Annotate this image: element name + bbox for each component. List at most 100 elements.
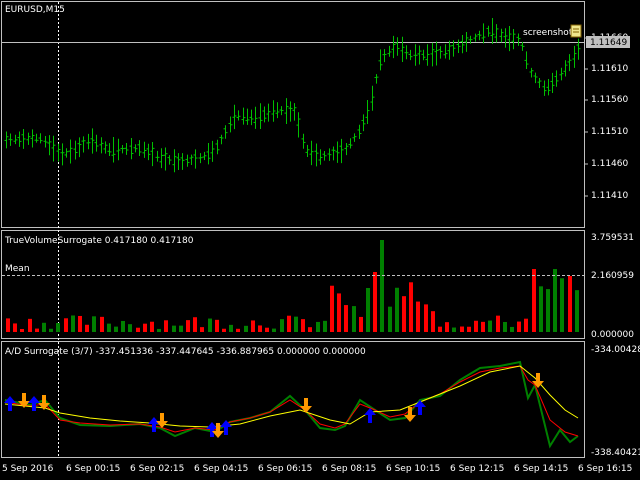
volume-bar	[467, 326, 471, 332]
volume-bar	[222, 328, 226, 332]
volume-bar	[85, 324, 89, 332]
volume-bar	[6, 318, 10, 332]
volume-bar	[546, 289, 550, 332]
mean-label: Mean	[5, 264, 30, 274]
time-label-7: 6 Sep 10:15	[386, 464, 440, 474]
volume-bar	[35, 328, 39, 332]
price-label-5: 1.11460	[591, 159, 628, 169]
volume-bar	[128, 324, 132, 332]
volume-bar	[121, 320, 125, 332]
volume-bar	[208, 318, 212, 332]
volume-bar	[553, 269, 557, 332]
volume-bar	[301, 319, 305, 332]
volume-bar	[308, 327, 312, 332]
document-icon	[570, 24, 582, 38]
volume-bar	[186, 320, 190, 332]
volume-bar	[49, 328, 53, 332]
volume-bar	[460, 326, 464, 332]
volume-bar	[20, 328, 24, 332]
volume-bar	[294, 316, 298, 332]
ad-lines	[4, 360, 579, 449]
volume-bar	[164, 320, 168, 332]
volume-bar	[575, 290, 579, 332]
volume-bar	[431, 311, 435, 332]
volume-bar	[337, 293, 341, 332]
arrow-up-icon	[28, 396, 40, 411]
volume-bar	[388, 306, 392, 332]
volume-bar	[200, 327, 204, 332]
volume-bar	[568, 276, 572, 332]
price-bars	[4, 18, 581, 173]
volume-bar	[287, 315, 291, 332]
ad-label-bottom: -338.40421	[591, 448, 640, 458]
volume-bar	[352, 306, 356, 332]
volume-bar	[532, 269, 536, 332]
volume-bar	[474, 320, 478, 332]
time-label-9: 6 Sep 14:15	[514, 464, 568, 474]
volume-bar	[78, 315, 82, 332]
volume-bar	[380, 240, 384, 332]
volume-label-zero: 0.000000	[591, 330, 634, 340]
current-price-tag: 1.11649	[586, 36, 630, 48]
price-label-4: 1.11510	[591, 127, 628, 137]
volume-bar	[395, 287, 399, 332]
volume-bar	[64, 318, 68, 332]
volume-bar	[42, 322, 46, 332]
ad-label-top: -334.00428	[591, 345, 640, 355]
volume-bar	[92, 316, 96, 332]
volume-bar	[373, 272, 377, 332]
time-label-10: 6 Sep 16:15	[578, 464, 632, 474]
volume-bar	[416, 301, 420, 332]
volume-bar	[172, 325, 176, 332]
volume-bar	[236, 328, 240, 332]
main-panel-frame	[1, 1, 585, 228]
price-axis: 1.11660 1.11610 1.11560 1.11510 1.11460 …	[585, 33, 628, 201]
volume-bar	[229, 324, 233, 332]
screenshot-label: screenshot	[523, 28, 573, 38]
arrow-down-icon	[156, 413, 168, 428]
volume-bar	[28, 318, 32, 332]
time-label-8: 6 Sep 12:15	[450, 464, 504, 474]
terminal-window: EURUSD,M15 1.11660 1.11610 1.11560 1.115…	[0, 0, 640, 480]
time-label-1: 5 Sep 2016	[2, 464, 54, 474]
signal-arrows	[4, 373, 544, 438]
volume-bar	[344, 305, 348, 332]
volume-bar	[193, 317, 197, 332]
volume-bar	[107, 323, 111, 332]
chart-canvas[interactable]: EURUSD,M15 1.11660 1.11610 1.11560 1.115…	[0, 0, 640, 480]
volume-bar	[244, 325, 248, 332]
volume-bar	[496, 315, 500, 332]
price-label-6: 1.11410	[591, 191, 628, 201]
volume-bar	[251, 320, 255, 332]
volume-bar	[323, 320, 327, 332]
volume-bar	[150, 321, 154, 332]
volume-bar	[316, 321, 320, 332]
time-label-2: 6 Sep 00:15	[66, 464, 120, 474]
volume-label-mean: 2.160959	[591, 271, 634, 281]
time-axis: 5 Sep 2016 6 Sep 00:15 6 Sep 02:15 6 Sep…	[2, 464, 632, 474]
current-price-value: 1.11649	[590, 38, 627, 48]
volume-bar	[280, 319, 284, 332]
volume-bar	[179, 325, 183, 332]
arrow-down-icon	[404, 407, 416, 422]
ad-line-green	[4, 360, 579, 449]
volume-indicator-title: TrueVolumeSurrogate 0.417180 0.417180	[4, 236, 194, 246]
volume-bar	[56, 322, 60, 332]
price-label-3: 1.11560	[591, 95, 628, 105]
screenshot-marker[interactable]: screenshot	[523, 24, 582, 38]
arrow-up-icon	[148, 417, 160, 432]
volume-bar	[452, 327, 456, 332]
volume-bars	[6, 240, 579, 332]
volume-bar	[524, 318, 528, 332]
time-label-6: 6 Sep 08:15	[322, 464, 376, 474]
volume-bar	[445, 322, 449, 332]
volume-bar	[488, 320, 492, 332]
volume-label-max: 3.759531	[591, 233, 634, 243]
time-label-5: 6 Sep 06:15	[258, 464, 312, 474]
volume-bar	[481, 321, 485, 332]
volume-bar	[100, 316, 104, 332]
volume-bar	[359, 316, 363, 332]
ad-indicator-title: A/D Surrogate (3/7) -337.451336 -337.447…	[5, 347, 366, 357]
volume-bar	[402, 296, 406, 332]
volume-bar	[330, 285, 334, 332]
